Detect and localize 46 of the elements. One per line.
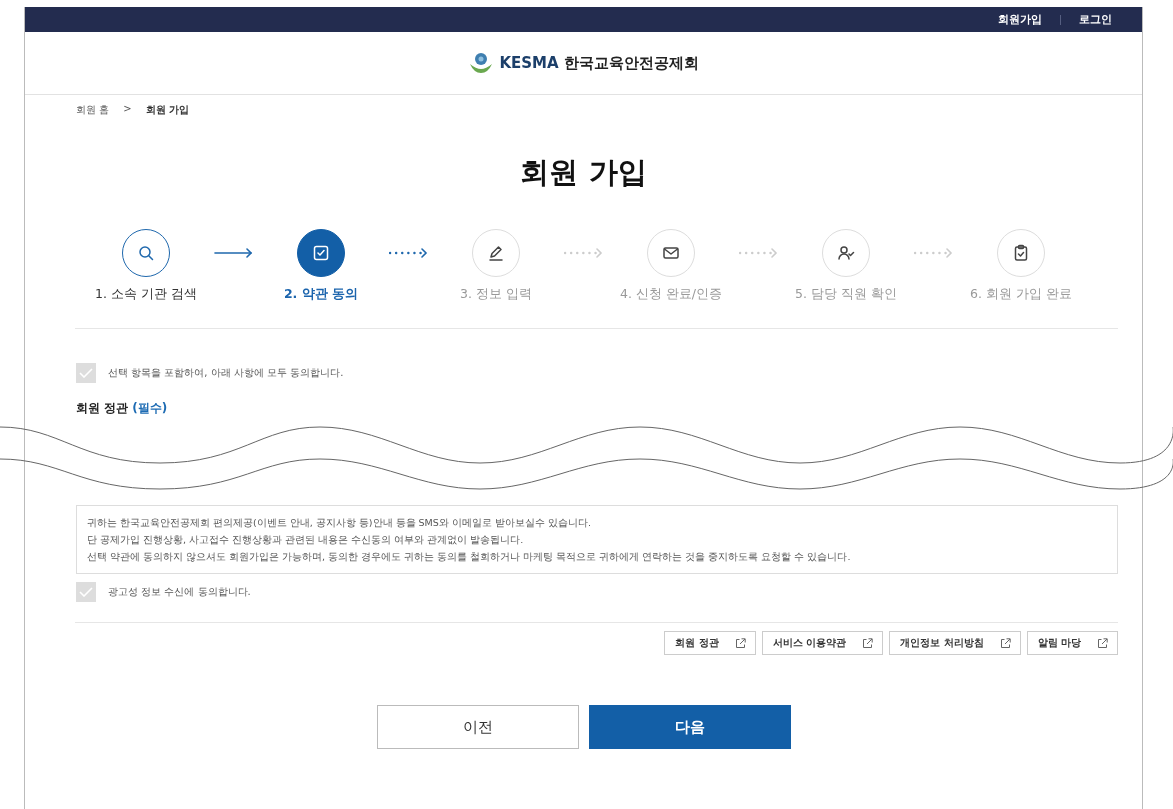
step-label: 6. 회원 가입 완료 (970, 286, 1072, 303)
page-title: 회원 가입 (519, 154, 648, 191)
document-link-button[interactable]: 서비스 이용약관 (761, 631, 884, 655)
checkbox[interactable] (76, 363, 96, 383)
check-icon (79, 587, 93, 597)
envelope-icon (662, 244, 680, 262)
notice-text: 단 공제가입 진행상황, 사고접수 진행상황과 관련된 내용은 수신동의 여부와 관계없이 발송됩니다. (87, 533, 525, 547)
section-title: 회원 정관 (필수) (75, 400, 169, 417)
external-link-icon (862, 637, 874, 649)
breadcrumb-separator: > (123, 103, 132, 116)
document-link-button[interactable]: 개인정보 처리방침 (889, 631, 1021, 655)
external-link-icon (734, 637, 746, 649)
step-label: 5. 담당 직원 확인 (795, 286, 897, 303)
step-label: 4. 신청 완료/인증 (619, 286, 723, 303)
next-button[interactable]: 다음 (588, 705, 791, 749)
logo-text: KESMA (499, 54, 559, 72)
step-arrow-icon (213, 247, 254, 259)
pencil-icon (487, 244, 505, 262)
breadcrumb-item[interactable]: 회원 홈 (76, 103, 110, 123)
step-arrow-icon (913, 247, 954, 259)
document-link-button[interactable]: 회원 정관 (664, 631, 756, 655)
step-arrow-icon (388, 247, 429, 259)
clipboard-check-icon (1012, 244, 1030, 262)
document-link-button[interactable]: 알림 마당 (1026, 631, 1118, 655)
checkbox-label: 광고성 정보 수신에 동의합니다. (108, 585, 251, 599)
checkbox-icon (312, 244, 330, 262)
external-link-icon (999, 637, 1011, 649)
step-label: 1. 소속 기관 검색 (95, 286, 197, 303)
notice-text: 선택 약관에 동의하지 않으셔도 회원가입은 가능하며, 동의한 경우에도 귀하는 동의를 철회하거나 마케팅 목적으로 귀하에게 연락하는 것을 중지하도록 요청할 수 있습니다. (87, 550, 852, 564)
checkbox[interactable] (76, 582, 96, 602)
search-icon (137, 244, 155, 262)
check-icon (79, 368, 93, 378)
notice-text: 귀하는 한국교육안전공제회 편의제공(이벤트 안내, 공지사항 등)안내 등을 SMS와 이메일로 받아보실수 있습니다. (87, 516, 592, 530)
step-arrow-icon (563, 247, 604, 259)
organization-name: 한국교육안전공제회 (563, 53, 699, 73)
step-arrow-icon (738, 247, 779, 259)
checkbox-label: 선택 항목을 포함하여, 아래 사항에 모두 동의합니다. (108, 366, 344, 380)
top-nav-link[interactable]: 로그인 (1079, 12, 1112, 27)
top-nav-link[interactable]: 회원가입 (998, 12, 1042, 27)
step-label: 3. 정보 입력 (460, 286, 532, 303)
external-link-icon (1097, 637, 1108, 649)
previous-button[interactable]: 이전 (376, 705, 579, 749)
breadcrumb-item[interactable]: 회원 가입 (145, 103, 190, 123)
logo-icon (468, 51, 495, 75)
person-check-icon (837, 244, 855, 262)
step-label: 2. 약관 동의 (283, 286, 359, 303)
